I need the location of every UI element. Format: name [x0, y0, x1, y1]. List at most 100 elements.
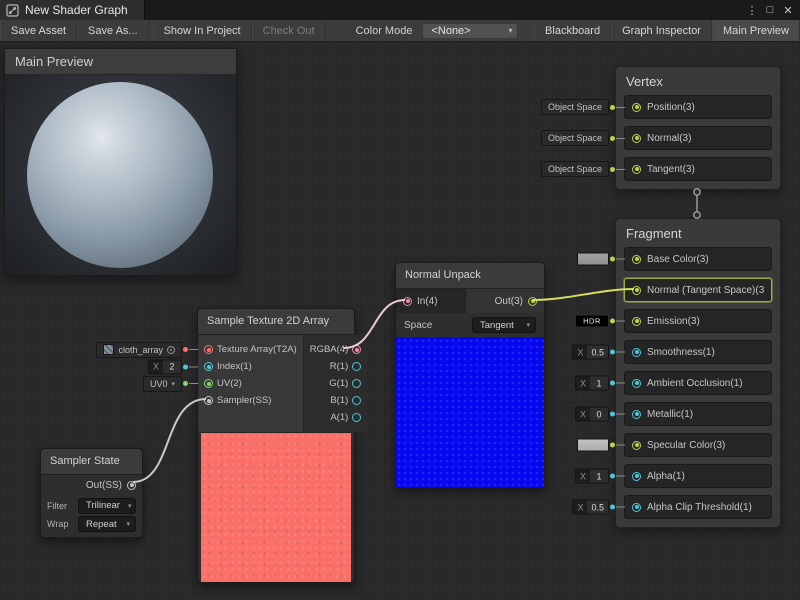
port-dot[interactable] [127, 481, 136, 490]
tangent-space-dropdown[interactable]: Object Space [541, 161, 625, 177]
port-sampler[interactable]: Sampler(SS) [198, 392, 303, 409]
save-as-button[interactable]: Save As... [77, 20, 149, 41]
preview-sphere [27, 82, 213, 268]
kebab-menu-icon[interactable]: ⋮ [744, 4, 760, 17]
index-field[interactable]: X2 [148, 359, 198, 374]
show-in-project-button[interactable]: Show In Project [153, 20, 252, 41]
port-dot[interactable] [632, 472, 641, 481]
sample-texture-2d-array-node[interactable]: Sample Texture 2D Array Texture Array(T2… [197, 308, 355, 583]
graph-inspector-button[interactable]: Graph Inspector [611, 20, 712, 41]
graph-canvas[interactable]: Main Preview Vertex Position(3) Object S… [0, 42, 800, 600]
port-in[interactable]: In(4) [396, 289, 466, 313]
base-color-swatch[interactable] [577, 253, 625, 266]
filter-dropdown[interactable]: Trilinear ▾ [78, 498, 136, 514]
check-out-button: Check Out [252, 20, 326, 41]
save-asset-button[interactable]: Save Asset [0, 20, 77, 41]
normal-space-dropdown[interactable]: Object Space [541, 130, 625, 146]
port-index[interactable]: Index(1) X2 [198, 358, 303, 375]
port-b[interactable]: B(1) [304, 392, 368, 409]
chevron-down-icon: ▾ [128, 502, 132, 510]
normal-map-preview [396, 337, 544, 487]
port-uv[interactable]: UV(2) UV0▾ [198, 375, 303, 392]
texture-array-object-field[interactable]: cloth_array [96, 342, 198, 358]
port-g[interactable]: G(1) [304, 375, 368, 392]
close-icon[interactable]: ✕ [780, 4, 796, 17]
main-preview-button[interactable]: Main Preview [712, 20, 800, 41]
wrap-dropdown[interactable]: Repeat ▾ [78, 516, 136, 532]
port-a[interactable]: A(1) [304, 409, 368, 426]
chevron-down-icon: ▾ [508, 26, 512, 35]
port-dot[interactable] [352, 345, 361, 354]
hdr-color-swatch[interactable]: HDR [575, 315, 609, 328]
uv-channel-dropdown[interactable]: UV0▾ [143, 376, 198, 392]
widget-connector-line [616, 138, 625, 139]
color-swatch[interactable] [577, 253, 609, 266]
shader-graph-tab[interactable]: New Shader Graph [0, 0, 145, 20]
color-mode-label: Color Mode [326, 20, 419, 41]
port-dot[interactable] [632, 103, 641, 112]
port-dot[interactable] [632, 286, 641, 295]
port-out-ss[interactable]: Out(SS) [41, 475, 142, 495]
vertex-node[interactable]: Vertex Position(3) Object Space Normal(3… [615, 66, 781, 190]
port-dot[interactable] [204, 379, 213, 388]
port-r[interactable]: R(1) [304, 358, 368, 375]
fragment-port-metallic[interactable]: Metallic(1) X0 [624, 402, 772, 426]
maximize-icon[interactable]: □ [762, 4, 778, 16]
color-mode-dropdown[interactable]: <None> ▾ [422, 23, 518, 39]
port-dot[interactable] [632, 134, 641, 143]
port-dot[interactable] [352, 379, 361, 388]
fragment-port-base-color[interactable]: Base Color(3) [624, 247, 772, 271]
port-dot[interactable] [632, 165, 641, 174]
position-space-dropdown[interactable]: Object Space [541, 99, 625, 115]
blackboard-button[interactable]: Blackboard [534, 20, 611, 41]
alpha-field[interactable]: X1 [575, 469, 625, 484]
port-dot[interactable] [352, 413, 361, 422]
port-texture-array[interactable]: Texture Array(T2A) cloth_array [198, 341, 303, 358]
port-dot[interactable] [403, 297, 412, 306]
chevron-down-icon: ▾ [526, 321, 530, 329]
port-dot[interactable] [632, 379, 641, 388]
smoothness-field[interactable]: X0.5 [572, 345, 625, 360]
main-preview-panel[interactable]: Main Preview [4, 48, 237, 276]
fragment-port-specular-color[interactable]: Specular Color(3) [624, 433, 772, 457]
port-dot[interactable] [632, 255, 641, 264]
color-mode-value: <None> [431, 25, 470, 37]
sampler-state-node[interactable]: Sampler State Out(SS) Filter Trilinear ▾… [40, 448, 143, 538]
wrap-label: Wrap [47, 519, 72, 529]
port-dot[interactable] [632, 441, 641, 450]
port-dot[interactable] [632, 348, 641, 357]
fragment-port-alpha[interactable]: Alpha(1) X1 [624, 464, 772, 488]
specular-color-swatch[interactable] [577, 439, 625, 452]
fragment-port-normal-tangent-space[interactable]: Normal (Tangent Space)(3) [624, 278, 772, 302]
vertex-port-tangent[interactable]: Tangent(3) Object Space [624, 157, 772, 181]
normal-unpack-node[interactable]: Normal Unpack In(4) Out(3) Space Tangent… [395, 262, 545, 488]
port-dot[interactable] [632, 503, 641, 512]
node-title: Fragment [616, 219, 780, 247]
fragment-node[interactable]: Fragment Base Color(3) Normal (Tangent S… [615, 218, 781, 528]
color-swatch[interactable] [577, 439, 609, 452]
port-dot[interactable] [632, 317, 641, 326]
fragment-port-alpha-clip-threshold[interactable]: Alpha Clip Threshold(1) X0.5 [624, 495, 772, 519]
fragment-port-ambient-occlusion[interactable]: Ambient Occlusion(1) X1 [624, 371, 772, 395]
fragment-port-smoothness[interactable]: Smoothness(1) X0.5 [624, 340, 772, 364]
object-picker-icon[interactable] [167, 346, 175, 354]
port-dot[interactable] [204, 396, 213, 405]
edge-samplerstate-to-sampler[interactable] [133, 399, 206, 482]
space-dropdown[interactable]: Tangent ▾ [472, 317, 536, 333]
port-dot[interactable] [352, 396, 361, 405]
vertex-port-position[interactable]: Position(3) Object Space [624, 95, 772, 119]
port-dot[interactable] [632, 410, 641, 419]
main-preview-title[interactable]: Main Preview [5, 49, 236, 75]
ambient-occlusion-field[interactable]: X1 [575, 376, 625, 391]
port-dot[interactable] [352, 362, 361, 371]
fragment-port-emission[interactable]: Emission(3) HDR [624, 309, 772, 333]
alpha-clip-threshold-field[interactable]: X0.5 [572, 500, 625, 515]
metallic-field[interactable]: X0 [575, 407, 625, 422]
port-out[interactable]: Out(3) [466, 289, 544, 313]
emission-hdr-swatch[interactable]: HDR [575, 315, 625, 328]
port-dot[interactable] [528, 297, 537, 306]
port-rgba[interactable]: RGBA(4) [304, 341, 368, 358]
vertex-port-normal[interactable]: Normal(3) Object Space [624, 126, 772, 150]
port-dot[interactable] [204, 345, 213, 354]
port-dot[interactable] [204, 362, 213, 371]
